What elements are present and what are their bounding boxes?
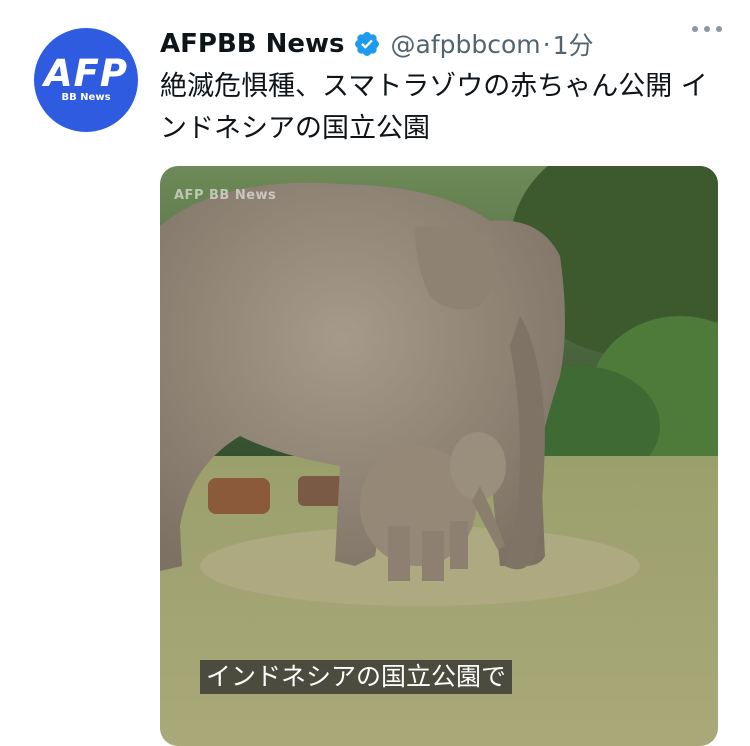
- more-options-icon[interactable]: [692, 26, 722, 32]
- avatar-logo-text: AFP: [43, 52, 129, 95]
- tweet-text: 絶滅危惧種、スマトラゾウの赤ちゃん公開 インドネシアの国立公園: [160, 71, 708, 144]
- timestamp[interactable]: 1分: [553, 26, 594, 62]
- separator-dot: ·: [542, 29, 551, 59]
- video-frame-image: [160, 166, 718, 746]
- display-name[interactable]: AFPBB News: [160, 29, 345, 59]
- verified-badge-icon: [354, 32, 379, 56]
- tweet-header: AFPBB News @afpbbcom · 1分: [160, 22, 730, 66]
- video-watermark: AFP BB News: [174, 188, 277, 203]
- avatar-subtext: BB News: [61, 92, 111, 103]
- user-handle[interactable]: @afpbbcom: [391, 30, 541, 59]
- video-subtitle: インドネシアの国立公園で: [200, 660, 513, 694]
- avatar[interactable]: AFP BB News: [34, 28, 138, 132]
- tweet-video[interactable]: AFP BB News インドネシアの国立公園で: [160, 166, 718, 746]
